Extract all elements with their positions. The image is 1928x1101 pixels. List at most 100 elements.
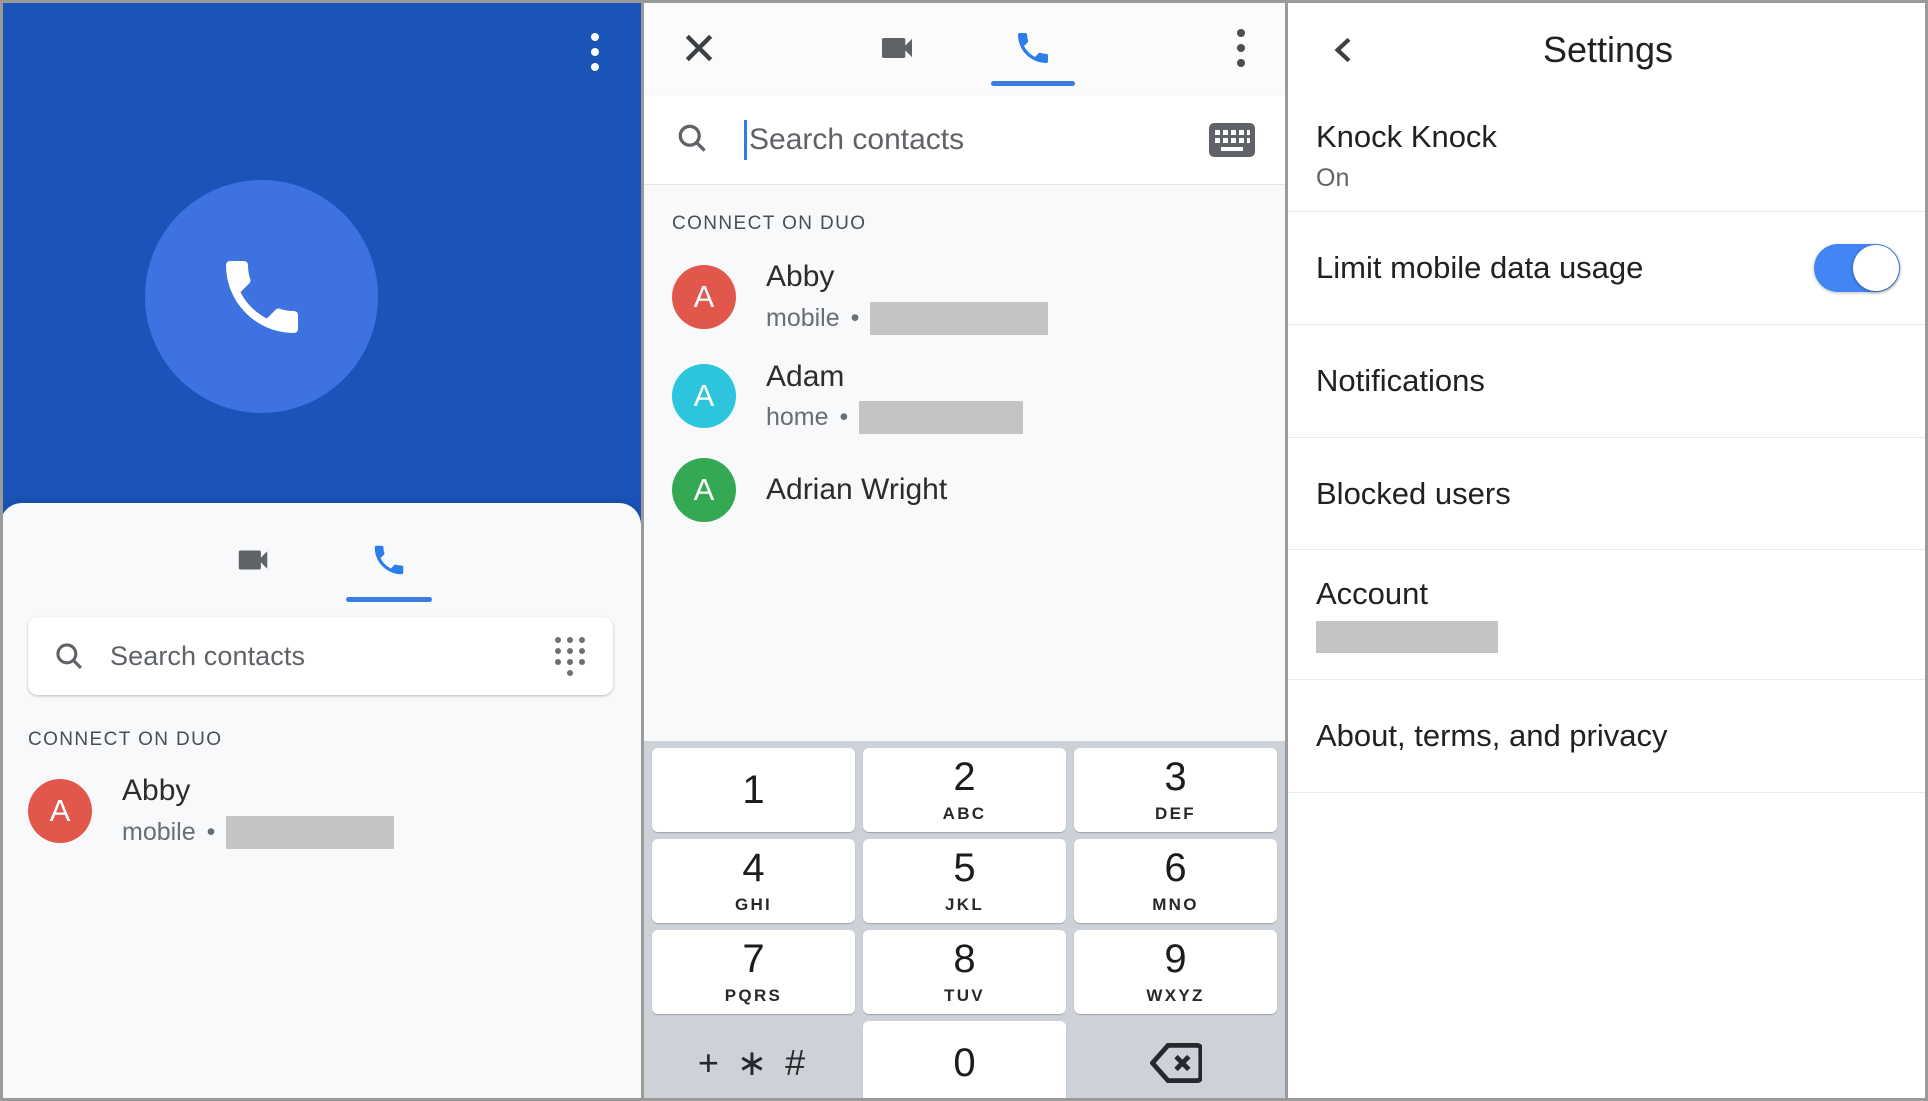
contact-text: Abby mobile • xyxy=(766,259,1049,335)
settings-item-label: Account xyxy=(1316,576,1429,611)
duo-settings-panel: Settings Knock Knock On Limit mobile dat… xyxy=(1288,0,1928,1101)
section-header-connect-on-duo: CONNECT ON DUO xyxy=(28,729,223,750)
text-caret xyxy=(744,120,747,160)
key-5[interactable]: 5 JKL xyxy=(863,839,1066,923)
kebab-menu-icon[interactable] xyxy=(1221,18,1261,78)
settings-item-blocked-users[interactable]: Blocked users xyxy=(1288,438,1928,550)
settings-item-label: Limit mobile data usage xyxy=(1316,250,1644,285)
key-letters: ABC xyxy=(942,803,987,823)
close-x-icon[interactable] xyxy=(666,15,732,81)
settings-item-limit-mobile-data-usage[interactable]: Limit mobile data usage xyxy=(1288,212,1928,325)
keypad-row: + ∗ # 0 xyxy=(652,1021,1277,1101)
search-placeholder: Search contacts xyxy=(749,123,965,156)
tab-video[interactable] xyxy=(210,532,296,588)
section-header-connect-on-duo: CONNECT ON DUO xyxy=(672,213,867,234)
avatar-initial: A xyxy=(693,472,715,508)
redacted-phone-number xyxy=(870,301,1049,335)
keypad-row: 4 GHI 5 JKL 6 MNO xyxy=(652,839,1277,923)
avatar: A xyxy=(672,264,736,329)
key-6[interactable]: 6 MNO xyxy=(1074,839,1277,923)
tab-voice-call[interactable] xyxy=(990,20,1076,86)
separator-dot: • xyxy=(839,403,849,432)
phone-icon xyxy=(145,180,378,413)
plus-star-hash-icon: + ∗ # xyxy=(697,1042,810,1083)
key-letters: JKL xyxy=(944,894,985,914)
contact-text: Adrian Wright xyxy=(766,472,947,509)
contact-name: Adam xyxy=(766,359,845,393)
settings-item-knock-knock[interactable]: Knock Knock On xyxy=(1288,100,1928,212)
key-0[interactable]: 0 xyxy=(863,1021,1066,1101)
key-number: 1 xyxy=(742,768,765,812)
contact-text: Abby mobile • xyxy=(122,773,395,849)
avatar-initial: A xyxy=(693,278,715,314)
key-9[interactable]: 9 WXYZ xyxy=(1074,930,1277,1014)
number-type: home xyxy=(766,403,829,432)
tab-voice-call[interactable] xyxy=(345,532,432,602)
redacted-phone-number xyxy=(226,815,395,849)
key-number: 2 xyxy=(953,754,976,799)
key-1[interactable]: 1 xyxy=(652,748,855,832)
limit-data-toggle[interactable] xyxy=(1814,244,1900,292)
contact-text: Adam home • xyxy=(766,359,1024,435)
home-bottom-sheet: Search contacts CONNECT ON DUO A Abby mo… xyxy=(0,503,641,1101)
key-letters: MNO xyxy=(1152,894,1199,914)
key-symbols[interactable]: + ∗ # xyxy=(652,1021,855,1101)
avatar: A xyxy=(28,778,92,843)
active-tab-indicator xyxy=(345,597,432,602)
key-3[interactable]: 3 DEF xyxy=(1074,748,1277,832)
key-4[interactable]: 4 GHI xyxy=(652,839,855,923)
list-item[interactable]: A Adrian Wright xyxy=(644,434,1285,523)
keypad-row: 1 2 ABC 3 DEF xyxy=(652,748,1277,832)
settings-item-label: Blocked users xyxy=(1316,475,1511,511)
backspace-delete-icon[interactable] xyxy=(1074,1021,1277,1101)
key-letters: DEF xyxy=(1155,803,1196,823)
key-7[interactable]: 7 PQRS xyxy=(652,930,855,1014)
app-screenshot: Search contacts CONNECT ON DUO A Abby mo… xyxy=(0,0,1928,1101)
duo-home-panel: Search contacts CONNECT ON DUO A Abby mo… xyxy=(0,0,641,1101)
separator-dot: • xyxy=(850,303,860,332)
search-icon xyxy=(52,639,86,673)
list-item[interactable]: A Abby mobile • xyxy=(0,751,641,849)
back-chevron-icon[interactable] xyxy=(1316,22,1372,78)
key-letters: WXYZ xyxy=(1146,985,1205,1005)
avatar: A xyxy=(672,458,736,523)
contacts-list: CONNECT ON DUO A Abby mobile • A Adam ho… xyxy=(644,185,1285,547)
active-tab-indicator xyxy=(990,81,1075,86)
redacted-account-email xyxy=(1316,621,1498,653)
key-number: 5 xyxy=(953,845,976,890)
keyboard-icon[interactable] xyxy=(1209,123,1255,157)
settings-item-notifications[interactable]: Notifications xyxy=(1288,325,1928,438)
contact-name: Adrian Wright xyxy=(766,472,948,506)
number-type: mobile xyxy=(766,303,840,332)
page-title: Settings xyxy=(1542,29,1674,70)
search-input[interactable]: Search contacts xyxy=(28,617,613,695)
settings-item-about-terms-privacy[interactable]: About, terms, and privacy xyxy=(1288,680,1928,793)
list-item[interactable]: A Adam home • xyxy=(644,335,1285,435)
settings-item-account[interactable]: Account xyxy=(1288,550,1928,680)
hero-background xyxy=(0,0,641,560)
key-number: 4 xyxy=(742,845,765,890)
dialpad-grid-icon[interactable] xyxy=(555,635,589,677)
key-number: 7 xyxy=(742,936,765,981)
key-8[interactable]: 8 TUV xyxy=(863,930,1066,1014)
key-number: 0 xyxy=(953,1041,976,1085)
key-letters: GHI xyxy=(734,894,773,914)
avatar: A xyxy=(672,364,736,429)
search-input[interactable]: Search contacts xyxy=(644,96,1285,185)
dialer-header: Search contacts xyxy=(644,0,1285,185)
tab-video[interactable] xyxy=(854,20,940,76)
key-2[interactable]: 2 ABC xyxy=(863,748,1066,832)
settings-item-label: Notifications xyxy=(1316,363,1485,398)
kebab-menu-icon[interactable] xyxy=(577,28,613,76)
keypad-row: 7 PQRS 8 TUV 9 WXYZ xyxy=(652,930,1277,1014)
dialpad-keypad: 1 2 ABC 3 DEF 4 GHI 5 JKL 6 MNO 7 PQRS 8… xyxy=(644,741,1285,1101)
settings-item-value: On xyxy=(1316,163,1350,192)
home-tab-bar xyxy=(0,503,641,602)
settings-item-label: About, terms, and privacy xyxy=(1316,718,1668,753)
settings-appbar: Settings xyxy=(1288,0,1928,100)
dialer-appbar xyxy=(644,0,1285,96)
duo-dialer-panel: Search contacts CONNECT ON DUO A Abby mo… xyxy=(644,0,1285,1101)
avatar-initial: A xyxy=(693,378,715,414)
redacted-phone-number xyxy=(859,401,1024,435)
list-item[interactable]: A Abby mobile • xyxy=(644,235,1285,335)
